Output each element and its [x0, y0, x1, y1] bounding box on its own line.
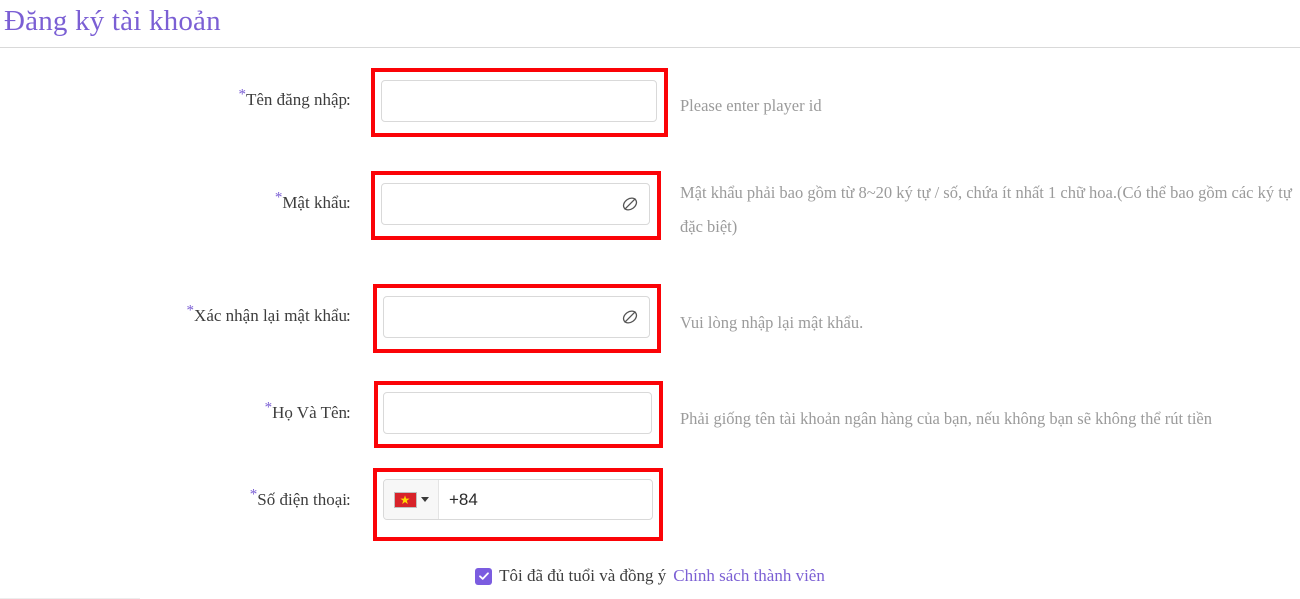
input-shell-confirm-password[interactable]: [383, 296, 650, 338]
required-asterisk-icon: *: [186, 302, 195, 319]
label-password: *Mật khẩu: [275, 190, 347, 213]
country-code-selector[interactable]: ★: [384, 480, 439, 519]
required-asterisk-icon: *: [264, 399, 273, 416]
chevron-down-icon: [420, 497, 429, 502]
input-shell-phone[interactable]: ★ +84: [383, 479, 653, 520]
label-password-text: Mật khẩu: [282, 193, 347, 212]
hint-confirm-password: Vui lòng nhập lại mật khẩu.: [680, 313, 864, 332]
member-policy-link[interactable]: Chính sách thành viên: [673, 566, 825, 586]
password-input[interactable]: [382, 184, 649, 224]
label-phone: *Số điện thoại: [250, 487, 347, 510]
agreement-row: Tôi đã đủ tuổi và đồng ý Chính sách thàn…: [0, 566, 1300, 586]
registration-form: *Tên đăng nhập : Please enter player id …: [0, 48, 1300, 599]
label-full-name-text: Họ Và Tên: [272, 403, 347, 422]
hint-username: Please enter player id: [680, 96, 822, 115]
confirm-password-input[interactable]: [384, 297, 649, 337]
page-title: Đăng ký tài khoản: [4, 5, 221, 37]
age-agreement-checkbox[interactable]: [475, 567, 493, 585]
label-colon-phone: :: [346, 490, 351, 509]
input-shell-password[interactable]: [381, 183, 650, 225]
input-shell-username[interactable]: [381, 80, 657, 122]
page-header: Đăng ký tài khoản: [0, 0, 1300, 48]
eye-slash-icon[interactable]: [620, 307, 640, 327]
label-confirm-password-text: Xác nhận lại mật khẩu: [194, 306, 347, 325]
input-shell-full-name[interactable]: [383, 392, 652, 434]
phone-input[interactable]: +84: [439, 490, 652, 510]
full-name-input[interactable]: [384, 393, 651, 433]
agreement-text: Tôi đã đủ tuổi và đồng ý: [499, 566, 667, 585]
label-phone-text: Số điện thoại: [257, 490, 347, 509]
required-asterisk-icon: *: [238, 86, 246, 103]
hint-full-name: Phải giống tên tài khoản ngân hàng của b…: [680, 409, 1213, 428]
username-input[interactable]: [382, 81, 656, 121]
eye-slash-icon[interactable]: [620, 194, 640, 214]
label-confirm-password: *Xác nhận lại mật khẩu: [187, 303, 347, 326]
hint-password: Mật khẩu phải bao gồm từ 8~20 ký tự / số…: [680, 183, 1292, 236]
vietnam-flag-icon: ★: [393, 491, 417, 508]
label-full-name: *Họ Và Tên: [265, 400, 347, 423]
check-icon: [478, 572, 489, 580]
label-colon-full-name: :: [346, 403, 351, 422]
label-username-text: Tên đăng nhập: [245, 90, 347, 109]
label-colon-password: :: [346, 193, 351, 212]
label-colon-confirm-password: :: [346, 306, 351, 325]
label-colon-username: :: [346, 90, 351, 109]
label-username: *Tên đăng nhập: [238, 87, 347, 110]
